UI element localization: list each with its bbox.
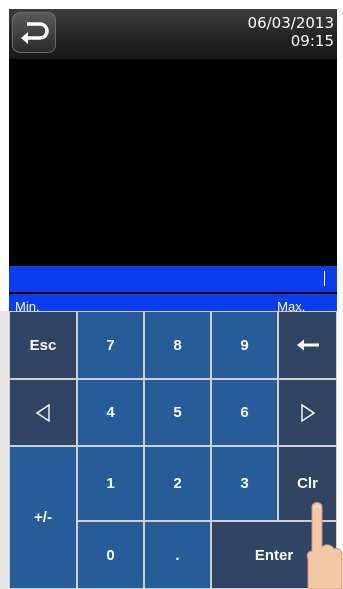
right-triangle-icon <box>300 403 315 422</box>
key-2[interactable]: 2 <box>144 446 211 521</box>
date-text: 06/03/2013 <box>247 14 334 32</box>
decimal-key[interactable]: . <box>144 521 211 589</box>
time-text: 09:15 <box>290 32 334 50</box>
back-arrow-icon <box>21 22 49 44</box>
key-9[interactable]: 9 <box>211 311 278 379</box>
keypad: Esc 7 8 9 4 5 6 +/- 1 2 3 Clr 0 . Enter <box>0 311 337 589</box>
enter-key[interactable]: Enter <box>211 521 337 589</box>
plus-minus-key[interactable]: +/- <box>9 446 77 589</box>
text-cursor <box>324 271 325 286</box>
key-5[interactable]: 5 <box>144 379 211 446</box>
backspace-key[interactable] <box>278 311 337 379</box>
back-button[interactable] <box>12 12 56 53</box>
key-6[interactable]: 6 <box>211 379 278 446</box>
key-1[interactable]: 1 <box>77 446 144 521</box>
esc-key[interactable]: Esc <box>9 311 77 379</box>
value-input[interactable] <box>9 266 337 292</box>
key-8[interactable]: 8 <box>144 311 211 379</box>
cursor-left-key[interactable] <box>9 379 77 446</box>
backspace-arrow-icon <box>296 339 319 351</box>
key-4[interactable]: 4 <box>77 379 144 446</box>
left-triangle-icon <box>35 403 50 422</box>
key-0[interactable]: 0 <box>77 521 144 589</box>
key-7[interactable]: 7 <box>77 311 144 379</box>
display-area <box>9 59 337 265</box>
datetime: 06/03/2013 09:15 <box>248 14 334 50</box>
top-bar: 06/03/2013 09:15 <box>9 9 337 59</box>
clear-key[interactable]: Clr <box>278 446 337 521</box>
cursor-right-key[interactable] <box>278 379 337 446</box>
key-3[interactable]: 3 <box>211 446 278 521</box>
